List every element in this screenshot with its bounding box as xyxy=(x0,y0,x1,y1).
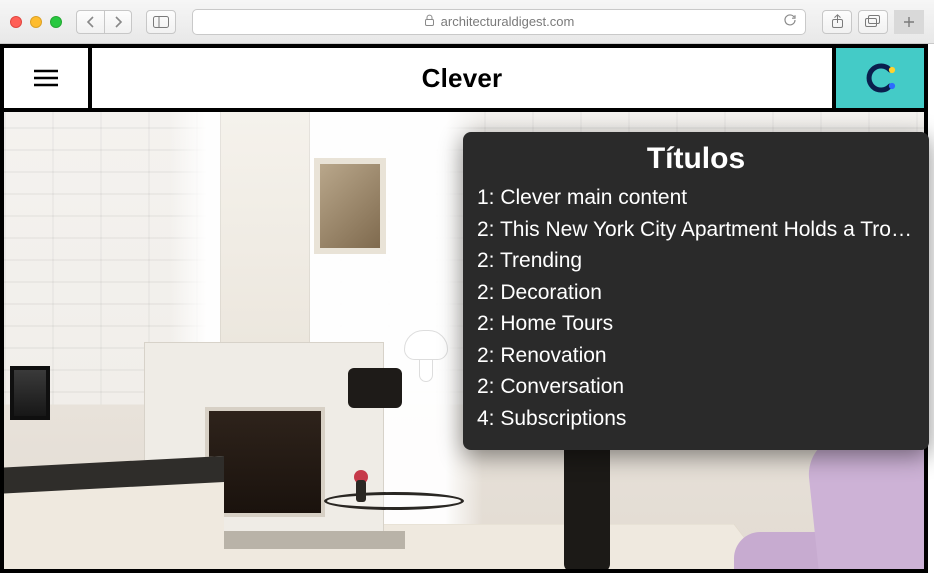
rotor-item[interactable]: 2: This New York City Apartment Holds a … xyxy=(477,214,915,246)
rotor-item[interactable]: 2: Home Tours xyxy=(477,308,915,340)
rotor-item[interactable]: 2: Decoration xyxy=(477,277,915,309)
window-controls xyxy=(10,16,62,28)
address-bar[interactable]: architecturaldigest.com xyxy=(192,9,806,35)
back-button[interactable] xyxy=(76,10,104,34)
rotor-list: 1: Clever main content2: This New York C… xyxy=(477,182,915,434)
new-tab-button[interactable] xyxy=(894,10,924,34)
tabs-button[interactable] xyxy=(858,10,888,34)
lock-icon xyxy=(424,14,435,30)
close-window-button[interactable] xyxy=(10,16,22,28)
rotor-item[interactable]: 2: Conversation xyxy=(477,371,915,403)
rotor-item[interactable]: 2: Renovation xyxy=(477,340,915,372)
clever-logo-icon xyxy=(860,58,900,98)
url-text: architecturaldigest.com xyxy=(441,14,575,29)
reload-button[interactable] xyxy=(783,13,797,30)
fullscreen-window-button[interactable] xyxy=(50,16,62,28)
site-title: Clever xyxy=(92,48,832,108)
headings-rotor-panel: Títulos 1: Clever main content2: This Ne… xyxy=(463,132,929,450)
sidebar-toggle-button[interactable] xyxy=(146,10,176,34)
site-header: Clever xyxy=(4,48,924,112)
hamburger-icon xyxy=(32,68,60,88)
forward-button[interactable] xyxy=(104,10,132,34)
browser-toolbar: architecturaldigest.com xyxy=(0,0,934,44)
rotor-item[interactable]: 4: Subscriptions xyxy=(477,403,915,435)
menu-button[interactable] xyxy=(4,48,92,108)
rotor-item[interactable]: 1: Clever main content xyxy=(477,182,915,214)
toolbar-right xyxy=(822,10,924,34)
share-button[interactable] xyxy=(822,10,852,34)
minimize-window-button[interactable] xyxy=(30,16,42,28)
brand-logo-button[interactable] xyxy=(832,48,924,108)
rotor-title: Títulos xyxy=(477,142,915,176)
nav-buttons xyxy=(76,10,132,34)
rotor-item[interactable]: 2: Trending xyxy=(477,245,915,277)
